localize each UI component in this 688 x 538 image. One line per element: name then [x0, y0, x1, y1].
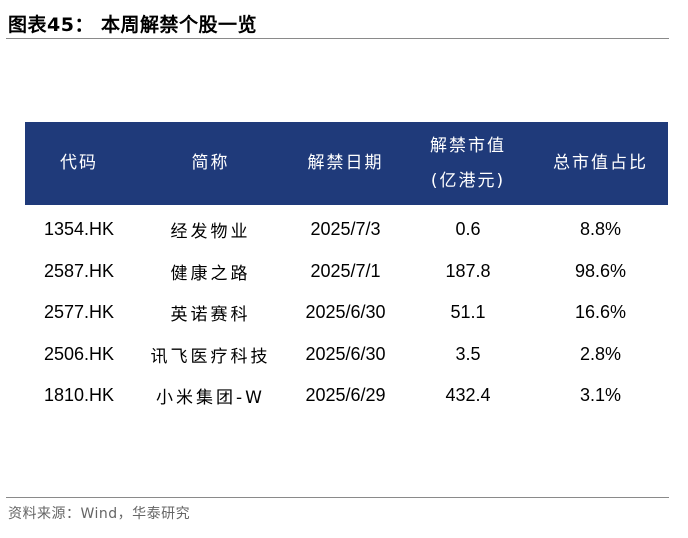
- lockup-table: 代码 简称 解禁日期 解禁市值 (亿港元) 总市值占比 1354.HK 经发物业…: [25, 122, 668, 417]
- header-date: 解禁日期: [288, 122, 403, 205]
- table-row: 2577.HK 英诺赛科 2025/6/30 51.1 16.6%: [25, 292, 668, 334]
- cell-value: 432.4: [445, 385, 491, 406]
- cell-date: 2025/6/30: [305, 302, 386, 323]
- cell-name: 英诺赛科: [170, 305, 251, 326]
- cell-ratio: 2.8%: [579, 343, 622, 364]
- cell-code: 1354.HK: [43, 219, 115, 240]
- cell-name: 健康之路: [170, 263, 251, 284]
- header-value-line1: 解禁市值: [430, 135, 506, 156]
- cell-date: 2025/6/30: [305, 343, 386, 364]
- cell-date: 2025/7/3: [310, 219, 381, 240]
- cell-value: 51.1: [450, 302, 486, 323]
- source-note: 资料来源：Wind，华泰研究: [8, 506, 191, 522]
- table-row: 1810.HK 小米集团-W 2025/6/29 432.4 3.1%: [25, 375, 668, 417]
- cell-ratio: 16.6%: [574, 302, 627, 323]
- header-code: 代码: [25, 122, 133, 205]
- cell-value: 187.8: [445, 260, 491, 281]
- cell-name: 小米集团-W: [156, 388, 265, 409]
- cell-code: 1810.HK: [43, 385, 115, 406]
- cell-code: 2506.HK: [43, 343, 115, 364]
- table-row: 2587.HK 健康之路 2025/7/1 187.8 98.6%: [25, 251, 668, 293]
- table-row: 2506.HK 讯飞医疗科技 2025/6/30 3.5 2.8%: [25, 334, 668, 376]
- header-value: 解禁市值 (亿港元): [403, 122, 533, 205]
- cell-value: 0.6: [455, 219, 481, 240]
- header-ratio: 总市值占比: [533, 122, 668, 205]
- cell-code: 2577.HK: [43, 302, 115, 323]
- table-header-row: 代码 简称 解禁日期 解禁市值 (亿港元) 总市值占比: [25, 122, 668, 205]
- top-divider: [6, 38, 669, 39]
- table-row: 1354.HK 经发物业 2025/7/3 0.6 8.8%: [25, 205, 668, 251]
- cell-ratio: 98.6%: [574, 260, 627, 281]
- bottom-divider: [6, 497, 669, 498]
- header-value-line2: (亿港元): [430, 170, 506, 191]
- cell-code: 2587.HK: [43, 260, 115, 281]
- cell-name: 经发物业: [170, 222, 251, 243]
- cell-name: 讯飞医疗科技: [150, 346, 271, 367]
- cell-ratio: 8.8%: [579, 219, 622, 240]
- figure-title: 图表45： 本周解禁个股一览: [8, 14, 258, 36]
- cell-ratio: 3.1%: [579, 385, 622, 406]
- cell-date: 2025/6/29: [305, 385, 386, 406]
- header-name: 简称: [133, 122, 288, 205]
- cell-value: 3.5: [455, 343, 481, 364]
- cell-date: 2025/7/1: [310, 260, 381, 281]
